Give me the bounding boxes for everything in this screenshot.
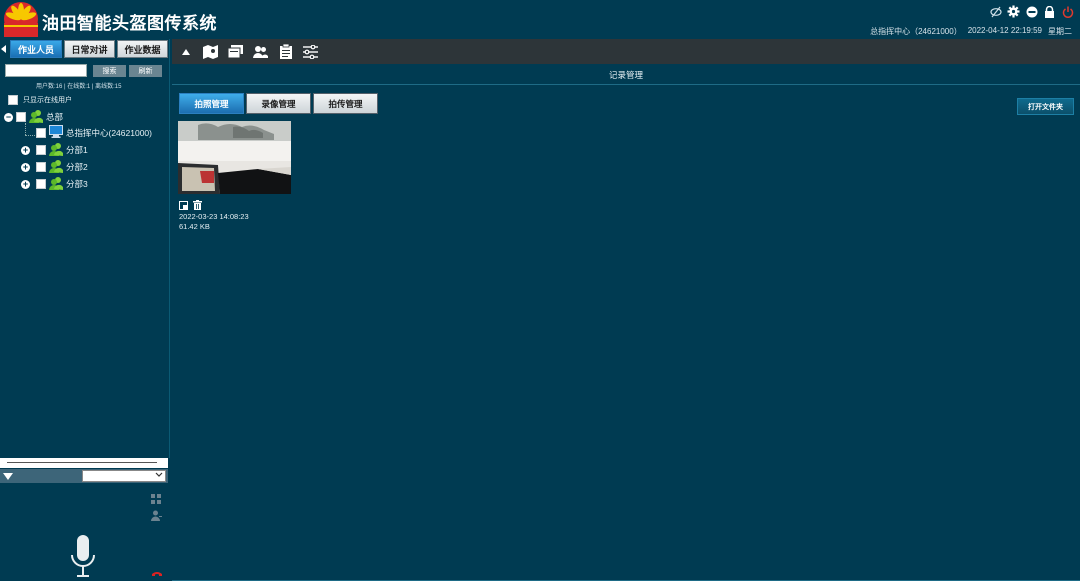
collapse-node-icon[interactable]: − xyxy=(4,112,13,122)
clipboard-icon[interactable] xyxy=(278,44,293,59)
expand-node-icon[interactable]: + xyxy=(21,145,30,155)
minimize-icon[interactable] xyxy=(1025,5,1038,18)
tree-label-branch: 分部1 xyxy=(66,145,88,155)
grid-icon[interactable] xyxy=(151,491,161,509)
users-icon[interactable] xyxy=(253,44,268,59)
tree-checkbox[interactable] xyxy=(36,179,46,189)
left-panel: 作业人员 日常对讲 作业数据 搜索 刷新 用户数:16 | 在线数:1 | 离线… xyxy=(0,39,170,581)
tree-node-branch-1[interactable]: + 分部1 xyxy=(21,142,88,158)
tree-node-command-center[interactable]: 总指挥中心(24621000) xyxy=(36,125,152,140)
tree-label-branch: 分部3 xyxy=(66,179,88,189)
group-icon xyxy=(49,176,63,192)
map-icon[interactable] xyxy=(203,44,218,59)
tree-node-branch-3[interactable]: + 分部3 xyxy=(21,176,88,192)
refresh-button[interactable]: 刷新 xyxy=(129,65,162,77)
online-only-checkbox[interactable] xyxy=(8,95,18,105)
center-label: 总指挥中心（24621000） xyxy=(870,27,962,36)
weekday-label: 星期二 xyxy=(1048,27,1072,36)
divider xyxy=(172,84,1080,85)
tree-checkbox[interactable] xyxy=(36,162,46,172)
user-add-icon[interactable] xyxy=(151,508,162,526)
intercom-panel xyxy=(0,458,170,581)
eye-slash-icon[interactable] xyxy=(989,5,1002,18)
collapse-left-icon[interactable] xyxy=(0,39,8,59)
tree-connector xyxy=(25,135,35,136)
tab-capture-upload-management[interactable]: 拍传管理 xyxy=(313,93,378,114)
expand-node-icon[interactable]: + xyxy=(21,179,30,189)
group-icon xyxy=(49,159,63,175)
online-only-filter: 只显示在线用户 xyxy=(8,95,72,105)
group-icon xyxy=(49,142,63,158)
tree-label-branch: 分部2 xyxy=(66,162,88,172)
online-only-label: 只显示在线用户 xyxy=(23,97,72,104)
tree-checkbox[interactable] xyxy=(36,127,46,138)
window-controls xyxy=(989,5,1074,18)
splitter-line xyxy=(7,462,157,463)
tab-workers[interactable]: 作业人员 xyxy=(10,40,62,58)
tab-photo-management[interactable]: 拍照管理 xyxy=(179,93,244,114)
hangup-icon[interactable] xyxy=(152,564,162,581)
section-title: 记录管理 xyxy=(608,70,643,80)
main-content: 记录管理 拍照管理 录像管理 拍传管理 打开文件夹 2022-03-23 14:… xyxy=(172,64,1080,581)
chevron-down-icon xyxy=(155,472,163,480)
expand-down-icon[interactable] xyxy=(3,467,13,485)
cards-icon[interactable] xyxy=(228,44,243,59)
tree-label-command-center: 总指挥中心(24621000) xyxy=(66,127,152,138)
record-tabs: 拍照管理 录像管理 拍传管理 xyxy=(179,93,378,114)
logo xyxy=(2,1,40,37)
tree-node-root[interactable]: − 总部 xyxy=(4,109,63,125)
monitor-icon xyxy=(49,125,63,140)
tree-node-branch-2[interactable]: + 分部2 xyxy=(21,159,88,175)
datetime-label: 2022-04-12 22:19:59 xyxy=(967,26,1042,35)
photo-timestamp: 2022-03-23 14:08:23 xyxy=(179,212,249,221)
status-line: 总指挥中心（24621000） 2022-04-12 22:19:59 星期二 xyxy=(870,26,1072,37)
toolbar xyxy=(172,39,1080,64)
photo-file-size: 61.42 KB xyxy=(179,222,210,231)
tab-intercom[interactable]: 日常对讲 xyxy=(64,40,115,58)
power-icon[interactable] xyxy=(1061,5,1074,18)
user-stats: 用户数:16 | 在线数:1 | 离线数:15 xyxy=(36,84,122,90)
sliders-icon[interactable] xyxy=(303,44,318,59)
channel-bar xyxy=(0,469,168,483)
expand-node-icon[interactable]: + xyxy=(21,162,30,172)
app-title: 油田智能头盔图传系统 xyxy=(42,14,217,33)
tab-work-data[interactable]: 作业数据 xyxy=(117,40,168,58)
gear-icon[interactable] xyxy=(1007,5,1020,18)
tree-label-root: 总部 xyxy=(46,112,64,122)
search-button[interactable]: 搜索 xyxy=(93,65,126,77)
left-tabs: 作业人员 日常对讲 作业数据 xyxy=(0,39,170,59)
open-folder-button[interactable]: 打开文件夹 xyxy=(1017,98,1074,115)
tree-checkbox[interactable] xyxy=(16,112,26,122)
search-input[interactable] xyxy=(5,64,87,77)
microphone-icon[interactable] xyxy=(70,535,96,581)
tree-checkbox[interactable] xyxy=(36,145,46,155)
panel-splitter[interactable] xyxy=(0,458,168,468)
collapse-up-icon[interactable] xyxy=(178,44,193,59)
channel-select[interactable] xyxy=(82,470,166,482)
photo-thumbnail[interactable] xyxy=(178,121,291,194)
lock-icon[interactable] xyxy=(1043,5,1056,18)
header: 油田智能头盔图传系统 总指挥中心（24621000） 2022-04-12 22… xyxy=(0,0,1080,39)
group-icon xyxy=(29,109,43,125)
tab-video-management[interactable]: 录像管理 xyxy=(246,93,311,114)
